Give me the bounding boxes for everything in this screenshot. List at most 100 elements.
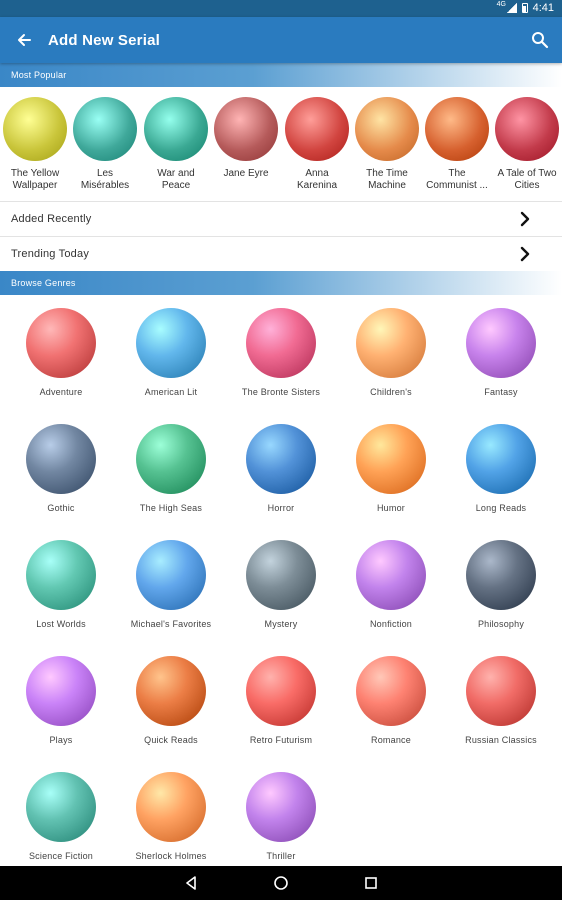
genre-item[interactable]: Quick Reads (116, 656, 226, 745)
app-bar: Add New Serial (0, 17, 562, 63)
book-title: Jane Eyre (223, 168, 269, 179)
genre-item[interactable]: American Lit (116, 308, 226, 397)
book-cover-image (285, 97, 349, 161)
genre-item[interactable]: Philosophy (446, 540, 556, 629)
added-recently-row[interactable]: Added Recently (0, 201, 562, 236)
genre-item[interactable]: Plays (6, 656, 116, 745)
genre-item[interactable]: Retro Futurism (226, 656, 336, 745)
popular-book-item[interactable]: The Yellow Wallpaper (0, 97, 70, 192)
genre-image (26, 540, 96, 610)
genre-image (26, 656, 96, 726)
genre-item[interactable]: Michael's Favorites (116, 540, 226, 629)
genre-label: Fantasy (484, 387, 518, 397)
genre-image (136, 308, 206, 378)
genre-item[interactable]: Fantasy (446, 308, 556, 397)
genre-label: Romance (371, 735, 411, 745)
genre-image (246, 772, 316, 842)
genre-label: Sherlock Holmes (135, 851, 207, 861)
popular-book-item[interactable]: The Communist ... (422, 97, 492, 192)
genre-item[interactable]: Horror (226, 424, 336, 513)
genre-image (466, 656, 536, 726)
browse-genres-header: Browse Genres (0, 271, 562, 295)
genre-label: Nonfiction (369, 619, 413, 629)
genre-label: Retro Futurism (249, 735, 313, 745)
popular-book-item[interactable]: Jane Eyre (211, 97, 281, 180)
genre-item[interactable]: Nonfiction (336, 540, 446, 629)
arrow-back-icon (18, 34, 31, 46)
genre-label: Philosophy (477, 619, 525, 629)
back-button[interactable] (0, 17, 48, 63)
most-popular-header: Most Popular (0, 63, 562, 87)
genre-label: Long Reads (475, 503, 527, 513)
genre-item[interactable]: Sherlock Holmes (116, 772, 226, 861)
nav-home-icon[interactable] (273, 875, 289, 891)
genre-label: The High Seas (139, 503, 203, 513)
book-cover-image (425, 97, 489, 161)
genre-image (356, 656, 426, 726)
popular-book-item[interactable]: Anna Karenina (282, 97, 352, 192)
genre-item[interactable]: Children's (336, 308, 446, 397)
chevron-right-icon (520, 246, 530, 262)
genre-label: Quick Reads (144, 735, 198, 745)
popular-book-item[interactable]: Les Misérables (70, 97, 140, 192)
genre-item[interactable]: Science Fiction (6, 772, 116, 861)
genre-image (26, 424, 96, 494)
trending-today-label: Trending Today (11, 248, 90, 260)
book-cover-image (73, 97, 137, 161)
genre-image (136, 540, 206, 610)
genre-image (466, 308, 536, 378)
nav-recents-icon[interactable] (363, 875, 379, 891)
book-title: War and Peace (157, 168, 195, 191)
popular-carousel[interactable]: The Yellow Wallpaper Les Misérables War and P… (0, 87, 562, 201)
genre-label: Science Fiction (28, 851, 94, 861)
genre-image (26, 772, 96, 842)
search-icon[interactable] (528, 28, 552, 52)
book-title: The Communist ... (426, 168, 488, 191)
book-title: The Yellow Wallpaper (10, 168, 60, 191)
genre-label: Adventure (39, 387, 83, 397)
genre-label: The Bronte Sisters (241, 387, 321, 397)
genre-label: Mystery (264, 619, 298, 629)
genre-item[interactable]: The High Seas (116, 424, 226, 513)
genre-item[interactable]: Thriller (226, 772, 336, 861)
genre-item[interactable]: Lost Worlds (6, 540, 116, 629)
page-title: Add New Serial (48, 31, 160, 49)
genre-label: American Lit (144, 387, 198, 397)
genre-image (136, 424, 206, 494)
genre-image (246, 656, 316, 726)
book-cover-image (144, 97, 208, 161)
popular-book-item[interactable]: The Time Machine (352, 97, 422, 192)
genre-label: Russian Classics (465, 735, 537, 745)
genre-item[interactable]: Adventure (6, 308, 116, 397)
added-recently-label: Added Recently (11, 213, 92, 225)
genre-item[interactable]: Russian Classics (446, 656, 556, 745)
trending-today-row[interactable]: Trending Today (0, 236, 562, 271)
genre-label: Lost Worlds (36, 619, 86, 629)
popular-book-item[interactable]: War and Peace (141, 97, 211, 192)
book-cover-image (3, 97, 67, 161)
book-cover-image (355, 97, 419, 161)
status-bar: 4G 4:41 (0, 0, 562, 17)
genre-item[interactable]: Humor (336, 424, 446, 513)
book-cover-image (495, 97, 559, 161)
genre-image (246, 308, 316, 378)
signal-icon (506, 3, 517, 13)
genre-image (246, 424, 316, 494)
genre-label: Gothic (47, 503, 75, 513)
genre-label: Plays (49, 735, 73, 745)
genre-item[interactable]: Gothic (6, 424, 116, 513)
genre-label: Humor (376, 503, 405, 513)
genre-label: Michael's Favorites (130, 619, 212, 629)
genre-item[interactable]: Romance (336, 656, 446, 745)
genre-item[interactable]: Long Reads (446, 424, 556, 513)
status-time: 4:41 (532, 2, 554, 14)
genre-item[interactable]: The Bronte Sisters (226, 308, 336, 397)
genre-item[interactable]: Mystery (226, 540, 336, 629)
genre-image (356, 424, 426, 494)
popular-book-item[interactable]: A Tale of Two Cities (492, 97, 562, 192)
genre-image (136, 656, 206, 726)
nav-back-icon[interactable] (183, 875, 199, 891)
book-title: A Tale of Two Cities (497, 168, 557, 191)
genre-label: Thriller (266, 851, 296, 861)
book-title: The Time Machine (366, 168, 408, 191)
